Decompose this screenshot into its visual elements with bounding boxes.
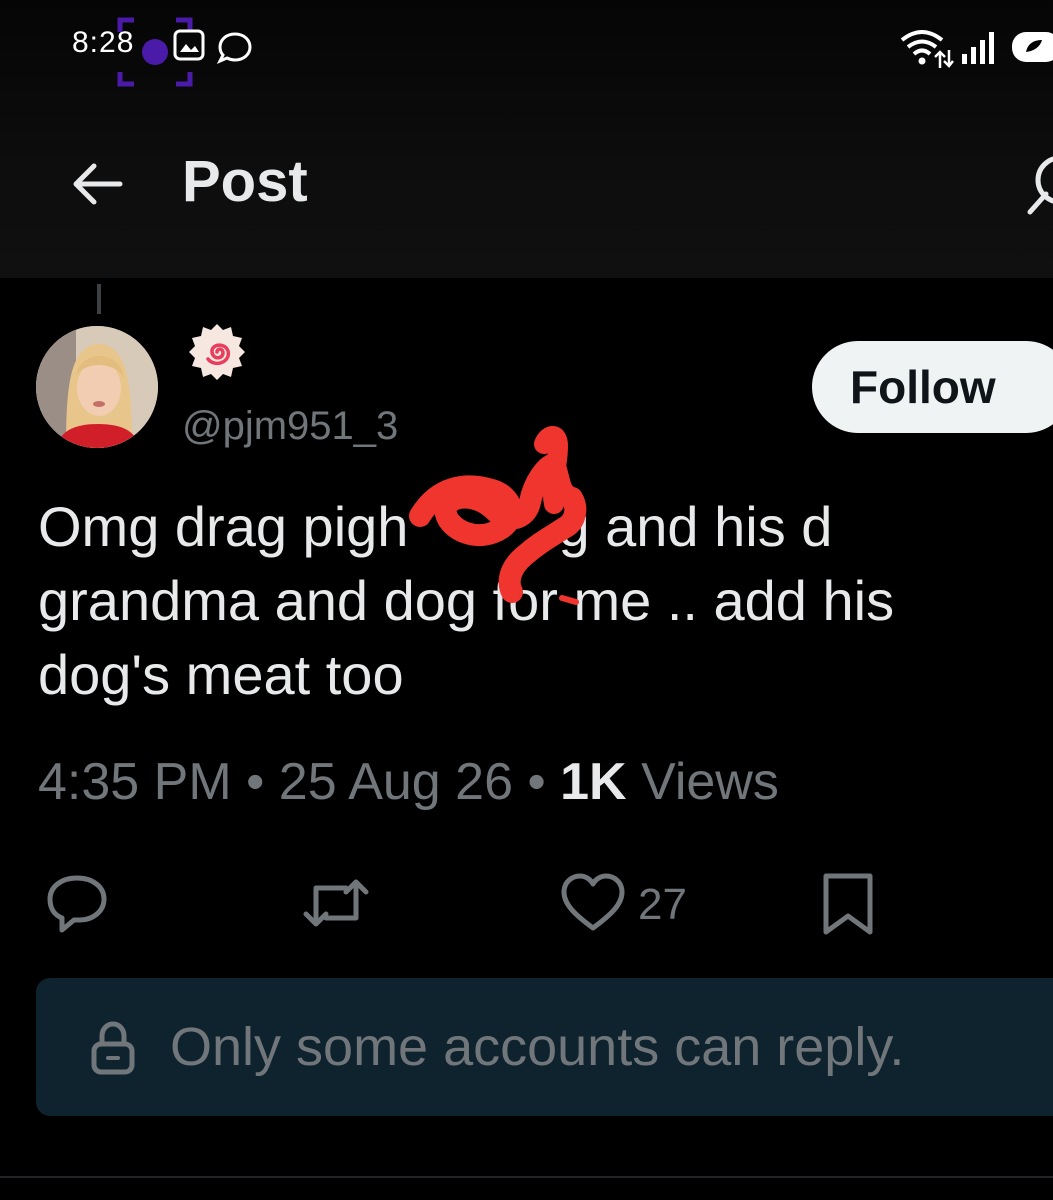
reply-restriction-text: Only some accounts can reply.: [170, 1017, 905, 1077]
heart-icon[interactable]: [560, 872, 626, 934]
post-date[interactable]: 25 Aug 26: [279, 753, 513, 811]
meta-separator: •: [527, 753, 546, 811]
views-count[interactable]: 1K: [560, 753, 626, 811]
status-bar: 8:28: [0, 0, 1053, 90]
wifi-icon: [900, 30, 954, 68]
post-text-line-3: dog's meat too: [38, 643, 404, 706]
battery-icon: [1012, 32, 1053, 62]
gallery-icon: [173, 29, 205, 61]
avatar[interactable]: [36, 326, 158, 448]
divider: [0, 1176, 1053, 1178]
chat-icon: [216, 32, 252, 64]
redaction-scribble: [409, 426, 587, 605]
grok-icon[interactable]: [1020, 150, 1053, 220]
post-text-segment: Omg drag pigh: [38, 495, 409, 558]
page-title: Post: [182, 149, 308, 214]
reply-icon[interactable]: [44, 872, 110, 934]
meta-separator: •: [246, 753, 265, 811]
top-bar: 8:28 Post: [0, 0, 1053, 278]
back-arrow-icon[interactable]: [70, 160, 126, 208]
like-count[interactable]: 27: [638, 880, 687, 930]
post-time[interactable]: 4:35 PM: [38, 753, 232, 811]
follow-button[interactable]: Follow: [812, 341, 1053, 433]
retweet-icon[interactable]: [300, 874, 372, 932]
views-label[interactable]: Views: [641, 753, 779, 811]
post-meta: 4:35 PM • 25 Aug 26 • 1K Views: [38, 752, 779, 812]
post-text-segment: g and his d: [558, 495, 833, 558]
author-handle[interactable]: @pjm951_3: [182, 404, 398, 449]
spiral-badge-icon[interactable]: [185, 320, 249, 384]
lock-icon: [91, 1021, 135, 1075]
signal-icon: [962, 32, 994, 64]
bookmark-icon[interactable]: [820, 872, 876, 936]
thread-connector: [97, 284, 101, 314]
